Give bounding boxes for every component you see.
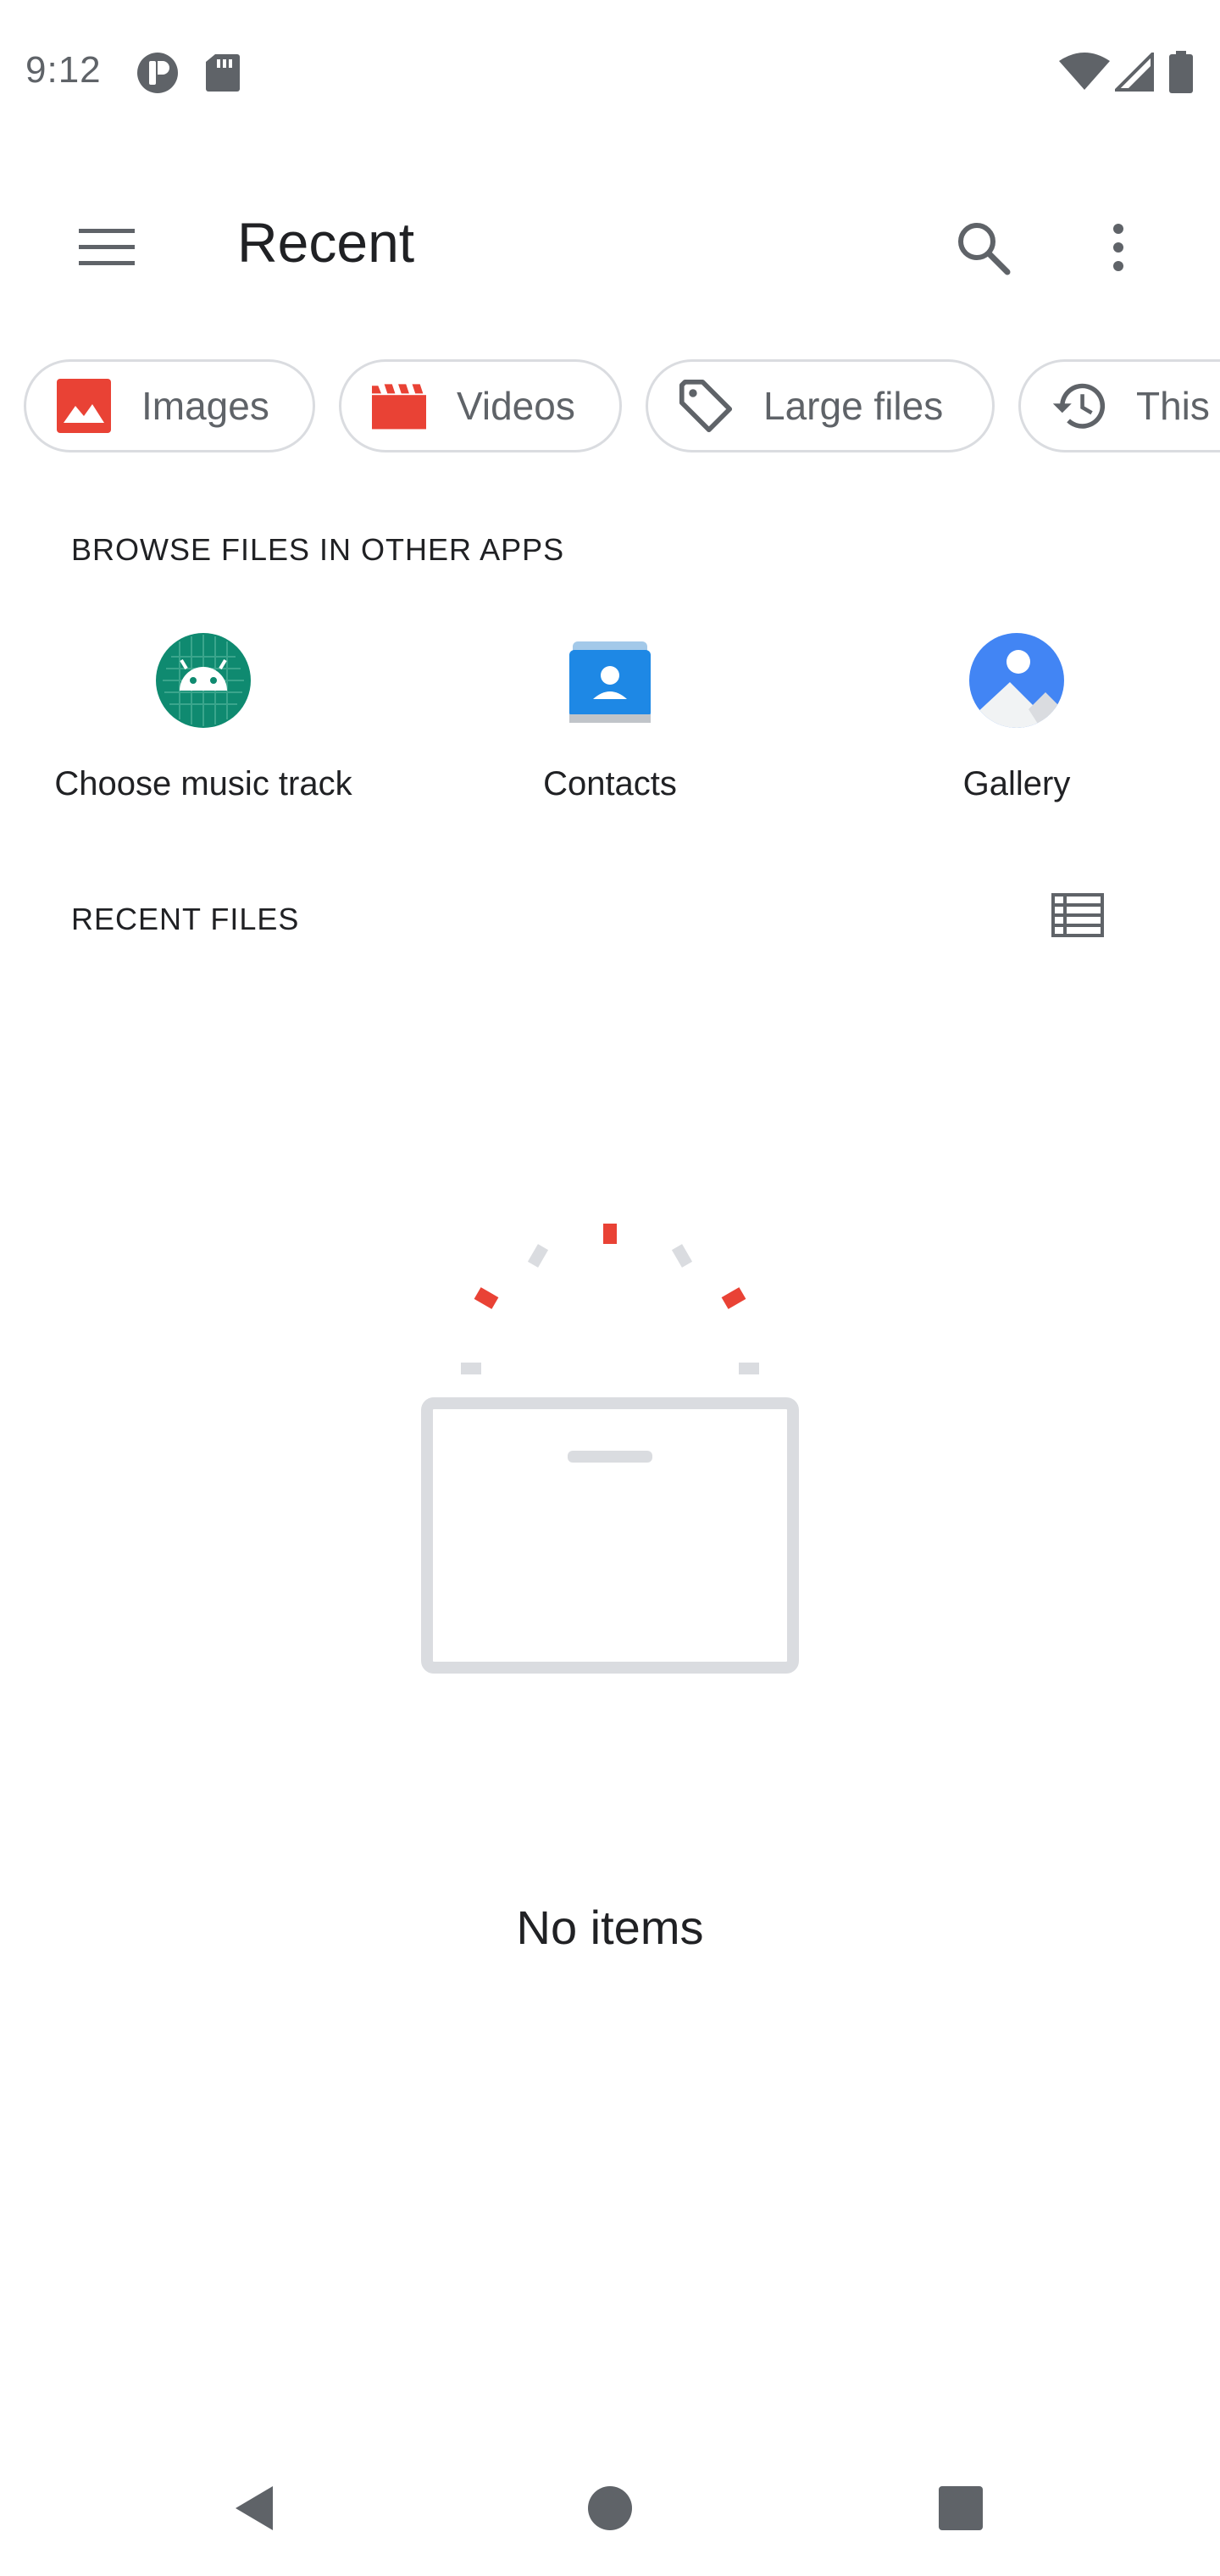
empty-state-text: No items	[516, 1901, 704, 1954]
app-choose-music-track[interactable]: Choose music track	[17, 631, 390, 826]
app-label: Contacts	[543, 765, 677, 802]
chip-label: Large files	[763, 384, 944, 428]
top-app-bar: Recent	[0, 169, 1220, 314]
status-time: 9:12	[25, 49, 102, 91]
navigation-bar	[0, 2440, 1220, 2576]
contacts-app-icon	[561, 631, 659, 730]
status-bar: 9:12	[0, 0, 1220, 144]
browse-section-header: BROWSE FILES IN OTHER APPS	[71, 532, 565, 567]
signal-icon	[1112, 50, 1154, 96]
sd-card-icon	[205, 53, 241, 97]
app-gallery[interactable]: Gallery	[830, 631, 1203, 826]
movie-icon	[372, 379, 426, 433]
wifi-icon	[1059, 53, 1110, 96]
recents-icon[interactable]	[910, 2457, 1012, 2559]
list-view-icon[interactable]	[1035, 881, 1120, 949]
chip-images[interactable]: Images	[24, 359, 315, 452]
tag-icon	[679, 379, 733, 433]
more-vert-icon[interactable]	[1076, 205, 1161, 290]
hamburger-menu-icon[interactable]	[64, 205, 149, 290]
chip-label: Videos	[457, 384, 575, 428]
app-label: Choose music track	[54, 765, 352, 802]
chip-label: Images	[141, 384, 269, 428]
app-label: Gallery	[962, 765, 1071, 802]
android-app-icon	[154, 631, 252, 730]
chip-label: This	[1136, 384, 1210, 428]
battery-icon	[1169, 51, 1193, 97]
chip-videos[interactable]: Videos	[339, 359, 622, 452]
filter-chips: Images Videos Large files This	[0, 359, 1220, 454]
image-icon	[57, 379, 111, 433]
history-icon	[1051, 379, 1106, 433]
chip-large-files[interactable]: Large files	[646, 359, 995, 452]
gallery-app-icon	[968, 631, 1066, 730]
page-title: Recent	[237, 211, 415, 274]
home-icon[interactable]	[559, 2457, 661, 2559]
app-contacts[interactable]: Contacts	[424, 631, 796, 826]
empty-box-illustration	[407, 1203, 813, 1695]
back-icon[interactable]	[203, 2457, 305, 2559]
notification-icon	[136, 51, 180, 99]
chip-this-week[interactable]: This	[1018, 359, 1220, 452]
search-icon[interactable]	[940, 205, 1025, 290]
recent-section-header: RECENT FILES	[71, 902, 300, 936]
